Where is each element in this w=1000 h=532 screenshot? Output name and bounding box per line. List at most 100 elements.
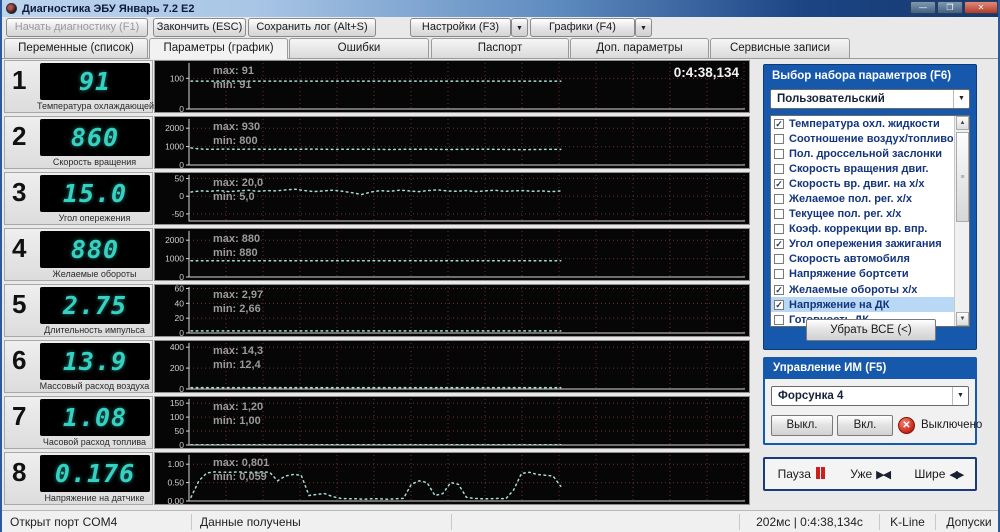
parameter-list-item[interactable]: Скорость вращения двиг. xyxy=(771,161,969,176)
scroll-down-icon[interactable]: ▼ xyxy=(956,312,969,326)
checkbox-unchecked-icon[interactable] xyxy=(774,224,784,235)
checkbox-unchecked-icon[interactable] xyxy=(774,148,784,159)
wider-button[interactable]: Шире ◀▶ xyxy=(914,467,964,481)
parameter-list-item[interactable]: Скорость автомобиля xyxy=(771,252,969,267)
actuator-off-button[interactable]: Выкл. xyxy=(771,415,833,436)
display-number: 3 xyxy=(12,177,27,207)
settings-dropdown-icon[interactable]: ▼ xyxy=(511,18,528,37)
close-button[interactable]: ✕ xyxy=(964,1,998,14)
remove-all-button[interactable]: Убрать ВСЕ (<) xyxy=(806,319,936,341)
parameter-list-item[interactable]: ✓ Температура охл. жидкости xyxy=(771,116,969,131)
display-number: 7 xyxy=(12,401,27,431)
checkbox-unchecked-icon[interactable] xyxy=(774,314,784,325)
parameter-item-label: Коэф. коррекции вр. впр. xyxy=(789,223,928,236)
checkbox-unchecked-icon[interactable] xyxy=(774,194,784,205)
svg-text:60: 60 xyxy=(175,285,185,293)
display-block-5: 5 2.75 Длительность импульса xyxy=(4,284,153,337)
tab-variables-list[interactable]: Переменные (список) xyxy=(4,38,148,58)
parameter-set-panel: Выбор набора параметров (F6) Пользовател… xyxy=(763,64,977,350)
tab-extra-parameters[interactable]: Доп. параметры xyxy=(570,38,709,58)
lcd-value: 15.0 xyxy=(62,179,128,208)
svg-text:0.00: 0.00 xyxy=(167,496,184,504)
tab-passport[interactable]: Паспорт xyxy=(431,38,569,58)
parameter-list-item[interactable]: Пол. дроссельной заслонки xyxy=(771,146,969,161)
chevron-down-icon[interactable]: ▼ xyxy=(953,90,969,108)
chart-min-label: min: 12,4 xyxy=(213,359,261,371)
actuator-off-status-icon: ✕ xyxy=(898,417,915,434)
playback-panel: Пауза Уже ▶◀ Шире ◀▶ xyxy=(763,457,977,491)
parameter-item-label: Температура охл. жидкости xyxy=(789,117,940,130)
settings-button[interactable]: Настройки (F3) xyxy=(410,18,511,37)
pause-icon xyxy=(815,466,825,482)
parameter-list-item[interactable]: Коэф. коррекции вр. впр. xyxy=(771,222,969,237)
parameter-item-label: Скорость автомобиля xyxy=(789,253,910,266)
checkbox-checked-icon[interactable]: ✓ xyxy=(774,178,784,189)
parameter-list-item[interactable]: ✓ Скорость вр. двиг. на х/х xyxy=(771,176,969,191)
display-label: Скорость вращения xyxy=(52,157,137,167)
lcd-display: 0.176 xyxy=(40,455,150,492)
checkbox-checked-icon[interactable]: ✓ xyxy=(774,118,784,129)
minimize-button[interactable]: — xyxy=(910,1,936,14)
narrower-button[interactable]: Уже ▶◀ xyxy=(850,467,891,481)
tab-errors[interactable]: Ошибки xyxy=(289,38,429,58)
status-port: Открыт порт COM4 xyxy=(2,513,192,530)
display-block-3: 3 15.0 Угол опережения xyxy=(4,172,153,225)
svg-text:0: 0 xyxy=(179,440,184,448)
scrollbar-thumb[interactable]: ≡ xyxy=(956,132,969,222)
lcd-display: 2.75 xyxy=(40,287,150,324)
save-log-button[interactable]: Сохранить лог (Alt+S) xyxy=(248,18,376,37)
scroll-up-icon[interactable]: ▲ xyxy=(956,116,969,130)
chart-min-label: min: 800 xyxy=(213,135,258,147)
checkbox-unchecked-icon[interactable] xyxy=(774,209,784,220)
parameter-list-item[interactable]: Текущее пол. рег. х/х xyxy=(771,207,969,222)
list-scrollbar[interactable]: ▲ ≡ ▼ xyxy=(954,116,969,326)
start-diagnostics-button[interactable]: Начать диагностику (F1) xyxy=(6,18,148,37)
pause-label: Пауза xyxy=(777,467,811,481)
svg-text:1000: 1000 xyxy=(165,254,184,264)
actuator-select[interactable]: Форсунка 4 ▼ xyxy=(771,386,969,406)
display-block-8: 8 0.176 Напряжение на датчике xyxy=(4,452,153,505)
parameter-list-item[interactable]: ✓ Желаемые обороты х/х xyxy=(771,282,969,297)
status-data: Данные получены xyxy=(192,513,452,530)
display-number: 4 xyxy=(12,233,27,263)
actuator-select-value: Форсунка 4 xyxy=(778,390,844,402)
checkbox-unchecked-icon[interactable] xyxy=(774,254,784,265)
parameter-list-item[interactable]: Напряжение бортсети xyxy=(771,267,969,282)
chart-maxmin-label: max: 20,0 min: 5,0 xyxy=(213,176,263,204)
parameter-list-item[interactable]: Желаемое пол. рег. х/х xyxy=(771,191,969,206)
parameter-list-item[interactable]: ✓ Напряжение на ДК xyxy=(771,297,969,313)
chart-panel-5: 60 40 20 0 max: 2,97 min: 2,66 xyxy=(154,284,750,337)
actuator-on-button[interactable]: Вкл. xyxy=(837,415,893,436)
checkbox-checked-icon[interactable]: ✓ xyxy=(774,284,784,295)
chart-maxmin-label: max: 1,20 min: 1,00 xyxy=(213,400,263,428)
preset-select[interactable]: Пользовательский ▼ xyxy=(770,89,970,109)
display-number: 2 xyxy=(12,121,27,151)
graphs-dropdown-icon[interactable]: ▼ xyxy=(635,18,652,37)
chart-max-label: max: 2,97 xyxy=(213,289,264,301)
tab-service-records[interactable]: Сервисные записи xyxy=(710,38,850,58)
chart-max-label: max: 20,0 xyxy=(213,177,264,189)
display-number: 1 xyxy=(12,65,27,95)
lcd-value: 860 xyxy=(70,123,120,152)
checkbox-unchecked-icon[interactable] xyxy=(774,163,784,174)
graphs-button[interactable]: Графики (F4) xyxy=(530,18,635,37)
checkbox-checked-icon[interactable]: ✓ xyxy=(774,299,784,310)
checkbox-unchecked-icon[interactable] xyxy=(774,133,784,144)
strip-charts: 100 0 max: 91 min: 91 0:4:38,134 2000 1000 0 max… xyxy=(154,60,750,508)
finish-button[interactable]: Закончить (ESC) xyxy=(153,18,246,37)
parameter-list-item[interactable]: Соотношение воздух/топливо xyxy=(771,131,969,146)
chart-panel-8: 1.00 0.50 0.00 max: 0,801 min: 0,059 xyxy=(154,452,750,505)
chevron-down-icon[interactable]: ▼ xyxy=(952,387,968,405)
maximize-button[interactable]: ❐ xyxy=(937,1,963,14)
checkbox-unchecked-icon[interactable] xyxy=(774,269,784,280)
pause-button[interactable]: Пауза xyxy=(777,466,825,482)
svg-text:1.00: 1.00 xyxy=(167,459,184,469)
parameter-list-item[interactable]: ✓ Угол опережения зажигания xyxy=(771,237,969,252)
chart-maxmin-label: max: 14,3 min: 12,4 xyxy=(213,344,263,372)
svg-text:0: 0 xyxy=(179,328,184,336)
svg-text:20: 20 xyxy=(175,313,185,323)
parameter-displays: 1 91 Температура охлаждающей 2 860 Скорость в… xyxy=(4,60,154,508)
lcd-display: 13.9 xyxy=(40,343,150,380)
tab-parameters-graph[interactable]: Параметры (график) xyxy=(149,38,288,59)
checkbox-checked-icon[interactable]: ✓ xyxy=(774,239,784,250)
